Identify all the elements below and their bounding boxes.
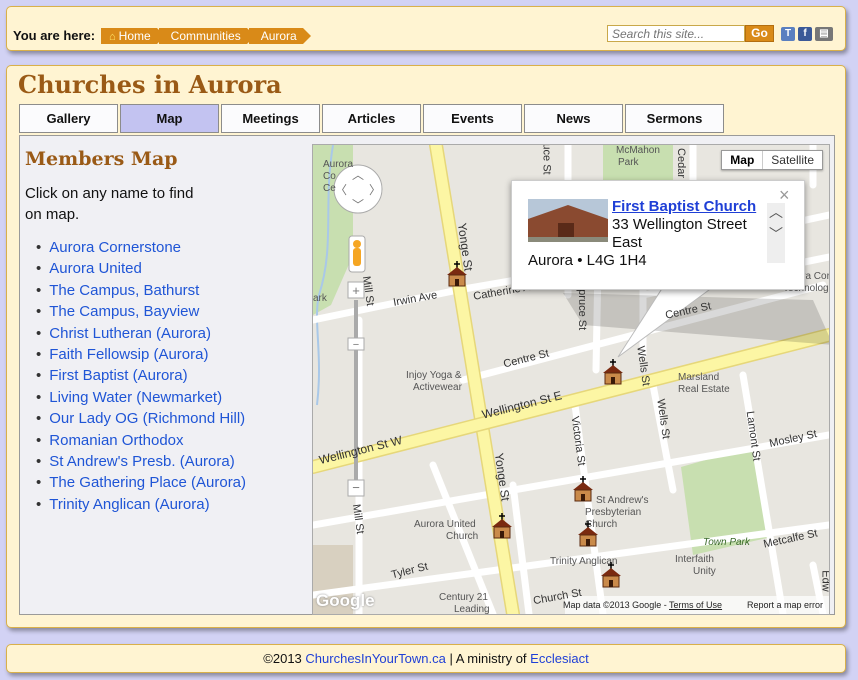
footer: ©2013 ChurchesInYourTown.ca | A ministry… — [6, 644, 846, 673]
place-injoy-2: Activewear — [413, 382, 462, 393]
svg-text:+: + — [352, 283, 360, 298]
place-interfaith-1: Interfaith — [675, 554, 714, 565]
map-instructions: Click on any name to find on map. — [25, 185, 194, 223]
church-link-campus-bayview[interactable]: The Campus, Bayview — [36, 301, 246, 322]
map-type-map-button[interactable]: Map — [722, 151, 764, 169]
svg-text:〈: 〈 — [335, 183, 347, 197]
print-icon[interactable]: ▤ — [815, 27, 833, 41]
home-icon: ⌂ — [109, 31, 116, 43]
church-marker-icon[interactable] — [571, 476, 595, 502]
place-interfaith-2: Unity — [693, 566, 716, 577]
info-window: First Baptist Church 33 Wellington Stree… — [511, 180, 805, 290]
scroll-up-icon[interactable]: ︿ — [767, 203, 785, 221]
place-century-1: Century 21 — [439, 592, 488, 603]
church-map[interactable]: ︿ ﹀ 〈 〉 + − − Yonge St Yonge St Wellingt… — [312, 144, 830, 615]
church-link-st-andrews[interactable]: St Andrew's Presb. (Aurora) — [36, 451, 246, 472]
church-marker-icon[interactable] — [601, 359, 625, 385]
tab-news[interactable]: News — [524, 104, 623, 133]
site-link[interactable]: ChurchesInYourTown.ca — [305, 651, 445, 666]
text-size-icon[interactable]: T — [781, 27, 795, 41]
breadcrumb-aurora[interactable]: Aurora — [248, 28, 311, 44]
content-area: Members Map Click on any name to find on… — [19, 135, 835, 615]
popup-address-line2: East — [612, 234, 643, 251]
place-injoy-1: Injoy Yoga & — [406, 370, 462, 381]
tab-meetings[interactable]: Meetings — [221, 104, 320, 133]
page-title: Churches in Aurora — [18, 70, 282, 99]
tab-map[interactable]: Map — [120, 104, 219, 133]
report-map-error-link[interactable]: Report a map error — [747, 600, 823, 610]
church-link-aurora-cornerstone[interactable]: Aurora Cornerstone — [36, 237, 246, 258]
breadcrumb-communities[interactable]: Communities — [158, 28, 255, 44]
tab-gallery[interactable]: Gallery — [19, 104, 118, 133]
place-mcmahon-2: Park — [618, 157, 639, 168]
svg-text:−: − — [352, 480, 360, 495]
church-link-our-lady[interactable]: Our Lady OG (Richmond Hill) — [36, 408, 246, 429]
church-marker-icon[interactable] — [599, 562, 623, 588]
map-data-text: Map data ©2013 Google — [563, 600, 662, 610]
popup-address-line1: 33 Wellington Street — [612, 216, 747, 233]
top-bar: You are here: ⌂Home Communities Aurora G… — [6, 6, 846, 51]
place-st-andrews-1: St Andrew's — [596, 495, 649, 506]
place-st-andrews-2: Presbyterian — [585, 507, 642, 518]
church-marker-icon[interactable] — [445, 261, 469, 287]
google-logo[interactable]: Google — [316, 591, 375, 611]
members-map-title: Members Map — [25, 148, 178, 170]
church-link-aurora-united[interactable]: Aurora United — [36, 258, 246, 279]
place-century-2: Leading — [454, 604, 490, 615]
ecclesiact-link[interactable]: Ecclesiact — [530, 651, 589, 666]
breadcrumb-home-label: Home — [118, 29, 151, 43]
place-aurora-co-3: Ce — [323, 183, 336, 194]
footer-ministry-text: | A ministry of — [449, 651, 527, 666]
church-link-romanian-orthodox[interactable]: Romanian Orthodox — [36, 430, 246, 451]
scroll-down-icon[interactable]: ﹀ — [767, 225, 785, 243]
svg-text:〉: 〉 — [369, 183, 381, 197]
church-link-faith-fellowship[interactable]: Faith Fellowsip (Aurora) — [36, 344, 246, 365]
church-photo — [528, 199, 608, 242]
footer-copyright: ©2013 — [263, 651, 302, 666]
map-type-satellite-button[interactable]: Satellite — [763, 151, 822, 169]
svg-text:−: − — [353, 339, 359, 351]
popup-close-icon[interactable]: × — [779, 186, 790, 204]
tab-articles[interactable]: Articles — [322, 104, 421, 133]
place-marsland-1: Marsland — [678, 372, 720, 383]
popup-church-name-link[interactable]: First Baptist Church — [612, 198, 756, 215]
place-aurora-united-2: Church — [446, 531, 479, 542]
place-aurora-co-1: Aurora — [323, 159, 354, 170]
church-link-living-water[interactable]: Living Water (Newmarket) — [36, 387, 246, 408]
place-aurora-united-1: Aurora United — [414, 519, 476, 530]
breadcrumb: ⌂ Home Communities Aurora — [101, 28, 311, 44]
church-list: Aurora Cornerstone Aurora United The Cam… — [36, 237, 246, 515]
main-panel: Churches in Aurora Gallery Map Meetings … — [6, 65, 846, 628]
place-mcmahon-1: McMahon — [616, 145, 660, 156]
street-juce: uce St — [540, 144, 553, 175]
breadcrumb-home[interactable]: ⌂ Home — [101, 28, 165, 44]
tab-events[interactable]: Events — [423, 104, 522, 133]
map-type-control: Map Satellite — [721, 150, 823, 170]
church-link-campus-bathurst[interactable]: The Campus, Bathurst — [36, 280, 246, 301]
church-marker-icon[interactable] — [490, 513, 514, 539]
svg-text:︿: ︿ — [352, 168, 364, 182]
tab-sermons[interactable]: Sermons — [625, 104, 724, 133]
map-attribution: Map data ©2013 Google - Terms of Use — [563, 600, 723, 610]
svg-text:﹀: ﹀ — [352, 198, 364, 212]
place-aurora-co-2: Co — [323, 171, 336, 182]
facebook-icon[interactable]: f — [798, 27, 812, 41]
church-link-trinity-anglican[interactable]: Trinity Anglican (Aurora) — [36, 494, 246, 515]
place-ark: ark — [313, 293, 327, 304]
church-link-christ-lutheran[interactable]: Christ Lutheran (Aurora) — [36, 323, 246, 344]
place-town-park: Town Park — [703, 537, 750, 548]
go-button[interactable]: Go — [745, 25, 774, 42]
church-link-gathering-place[interactable]: The Gathering Place (Aurora) — [36, 472, 246, 493]
popup-address-line3: Aurora • L4G 1H4 — [528, 252, 647, 269]
tab-bar: Gallery Map Meetings Articles Events New… — [19, 104, 726, 133]
street-cedar: Cedar — [674, 148, 687, 178]
church-link-first-baptist[interactable]: First Baptist (Aurora) — [36, 365, 246, 386]
street-edw: Edw — [819, 570, 830, 592]
search-input[interactable] — [607, 25, 745, 42]
popup-scrollbar[interactable]: ︿ ﹀ — [767, 203, 785, 263]
church-marker-icon[interactable] — [576, 521, 600, 547]
place-marsland-2: Real Estate — [678, 384, 730, 395]
terms-of-use-link[interactable]: Terms of Use — [669, 600, 722, 610]
you-are-here-label: You are here: — [13, 28, 96, 43]
